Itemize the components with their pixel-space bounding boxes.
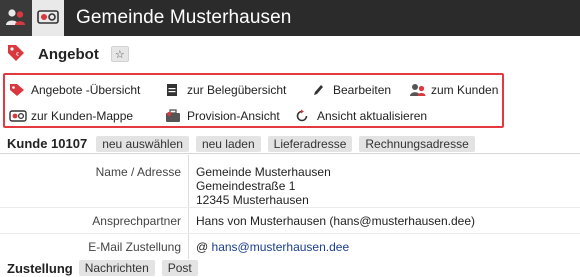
app-title: Gemeinde Musterhausen bbox=[76, 7, 292, 28]
email-value: @ hans@musterhausen.dee bbox=[189, 240, 349, 254]
edit-button[interactable]: Bearbeiten bbox=[311, 81, 391, 99]
offers-overview-button[interactable]: Angebote -Übersicht bbox=[9, 81, 140, 99]
customer-folder-button[interactable]: zur Kunden-Mappe bbox=[9, 107, 133, 125]
customer-details: Name / Adresse Gemeinde Musterhausen Gem… bbox=[0, 155, 580, 259]
delivery-label: Zustellung bbox=[7, 260, 73, 276]
customer-card-icon bbox=[37, 9, 59, 27]
price-tag-icon: € bbox=[6, 43, 26, 66]
users-icon bbox=[5, 8, 27, 29]
document-overview-label: zur Belegübersicht bbox=[187, 83, 287, 97]
address-line-2: Gemeindestraße 1 bbox=[196, 179, 296, 193]
svg-text:€: € bbox=[16, 52, 19, 58]
address-line-3: 12345 Musterhausen bbox=[196, 193, 309, 207]
customer-number: Kunde 10107 bbox=[7, 136, 88, 151]
email-link[interactable]: hans@musterhausen.dee bbox=[212, 240, 350, 254]
to-customer-label: zum Kunden bbox=[431, 83, 499, 97]
refresh-view-label: Ansicht aktualisieren bbox=[317, 109, 428, 123]
document-overview-button[interactable]: zur Belegübersicht bbox=[165, 81, 286, 99]
users-icon bbox=[409, 83, 431, 97]
messages-button[interactable]: Nachrichten bbox=[78, 260, 155, 276]
name-address-value: Gemeinde Musterhausen Gemeindestraße 1 1… bbox=[189, 165, 331, 207]
provision-view-button[interactable]: Provision-Ansicht bbox=[165, 107, 280, 125]
email-row: E-Mail Zustellung @ hans@musterhausen.de… bbox=[0, 234, 580, 259]
billing-address-button[interactable]: Rechnungsadresse bbox=[359, 135, 475, 152]
favorite-button[interactable]: ☆ bbox=[110, 46, 129, 62]
address-line-1: Gemeinde Musterhausen bbox=[196, 165, 331, 179]
post-button[interactable]: Post bbox=[161, 260, 198, 276]
star-icon: ☆ bbox=[114, 48, 125, 61]
top-bar: Gemeinde Musterhausen bbox=[0, 0, 580, 36]
offers-overview-label: Angebote -Übersicht bbox=[31, 83, 141, 97]
to-customer-button[interactable]: zum Kunden bbox=[409, 81, 498, 99]
contacts-button[interactable] bbox=[0, 0, 32, 36]
page-title: Angebot bbox=[38, 45, 99, 63]
customer-header: Kunde 10107 neu auswählen neu laden Lief… bbox=[0, 134, 580, 154]
price-tag-icon bbox=[9, 83, 31, 97]
contact-value: Hans von Musterhausen (hans@musterhausen… bbox=[196, 213, 475, 228]
page-header: € Angebot ☆ bbox=[0, 36, 580, 72]
provision-view-label: Provision-Ansicht bbox=[187, 109, 280, 123]
customer-card-button[interactable] bbox=[32, 0, 64, 36]
refresh-icon bbox=[295, 109, 317, 123]
customer-folder-label: zur Kunden-Mappe bbox=[31, 109, 134, 123]
pencil-icon bbox=[311, 83, 333, 97]
document-list-icon bbox=[165, 83, 187, 97]
briefcase-icon bbox=[165, 109, 187, 123]
action-toolbar: Angebote -Übersicht zur Belegübersicht B… bbox=[3, 73, 504, 128]
reload-customer-button[interactable]: neu laden bbox=[195, 135, 261, 152]
contact-row: Ansprechpartner Hans von Musterhausen (h… bbox=[0, 208, 580, 234]
delivery-address-button[interactable]: Lieferadresse bbox=[267, 135, 353, 152]
customer-card-icon bbox=[9, 110, 31, 122]
email-label: E-Mail Zustellung bbox=[88, 239, 181, 254]
name-address-label: Name / Adresse bbox=[95, 165, 181, 179]
refresh-view-button[interactable]: Ansicht aktualisieren bbox=[295, 107, 427, 125]
at-icon: @ bbox=[196, 239, 209, 254]
contact-label: Ansprechpartner bbox=[92, 213, 181, 228]
reselect-customer-button[interactable]: neu auswählen bbox=[96, 135, 189, 152]
name-address-row: Name / Adresse Gemeinde Musterhausen Gem… bbox=[0, 155, 580, 208]
edit-label: Bearbeiten bbox=[333, 83, 392, 97]
delivery-section: Zustellung Nachrichten Post bbox=[0, 259, 580, 277]
